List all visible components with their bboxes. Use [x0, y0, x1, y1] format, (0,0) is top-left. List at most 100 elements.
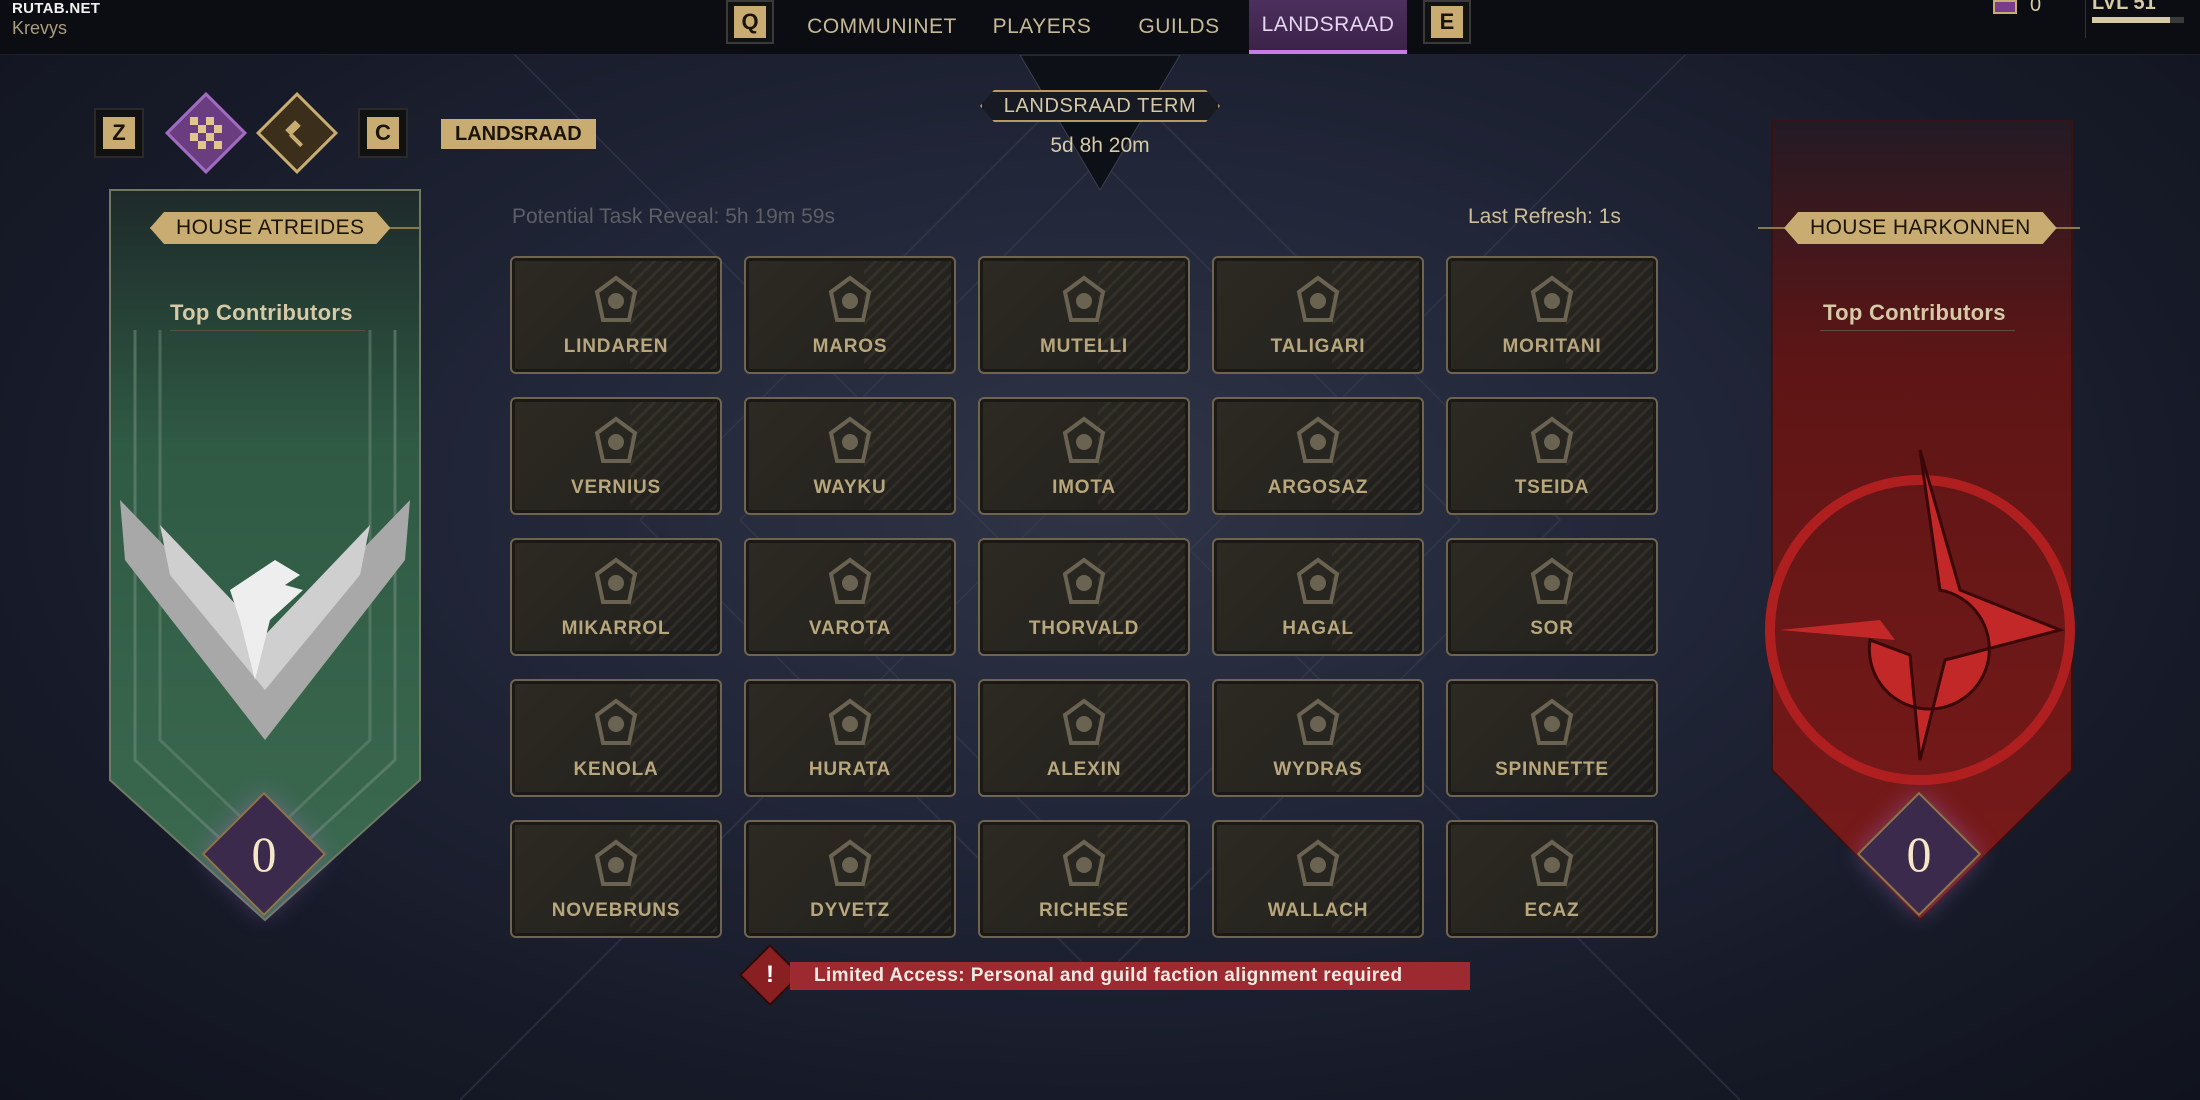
landsraad-term-label: LANDSRAAD TERM [980, 90, 1220, 122]
wydras-icon [1296, 698, 1340, 745]
house-tile-label: ALEXIN [1046, 759, 1122, 780]
house-tile-imota[interactable]: IMOTA [978, 397, 1190, 515]
house-tile-wayku[interactable]: WAYKU [744, 397, 956, 515]
atreides-top-contributors: Top Contributors [170, 300, 353, 325]
house-tile-label: WYDRAS [1273, 759, 1363, 780]
house-tile-thorvald[interactable]: THORVALD [978, 538, 1190, 656]
varota-icon [828, 557, 872, 604]
ecaz-icon [1530, 839, 1574, 886]
hurata-icon [828, 698, 872, 745]
imota-icon [1062, 416, 1106, 463]
house-tile-label: SOR [1530, 618, 1574, 639]
house-tile-mikarrol[interactable]: MIKARROL [510, 538, 722, 656]
prev-subtab-key[interactable]: Z [94, 108, 144, 158]
tab-players[interactable]: PLAYERS [980, 0, 1104, 54]
house-tile-label: WALLACH [1267, 900, 1369, 921]
house-tile-label: MORITANI [1502, 336, 1602, 357]
house-tile-label: IMOTA [1052, 477, 1116, 498]
currency-icon [1993, 0, 2017, 14]
house-tile-label: VAROTA [808, 618, 892, 639]
house-tile-hurata[interactable]: HURATA [744, 679, 956, 797]
vernius-icon [594, 416, 638, 463]
key-q-label: Q [734, 6, 766, 38]
house-tile-argosaz[interactable]: ARGOSAZ [1212, 397, 1424, 515]
house-tile-wydras[interactable]: WYDRAS [1212, 679, 1424, 797]
house-tile-label: HURATA [808, 759, 892, 780]
house-tile-dyvetz[interactable]: DYVETZ [744, 820, 956, 938]
tab-guilds[interactable]: GUILDS [1120, 0, 1238, 54]
last-refresh: Last Refresh: 1s [1468, 205, 1621, 228]
house-tile-wallach[interactable]: WALLACH [1212, 820, 1424, 938]
house-tile-taligari[interactable]: TALIGARI [1212, 256, 1424, 374]
key-z-label: Z [103, 117, 135, 149]
harkonnen-top-contributors: Top Contributors [1823, 300, 2006, 325]
house-tile-lindaren[interactable]: LINDAREN [510, 256, 722, 374]
house-tile-tseida[interactable]: TSEIDA [1446, 397, 1658, 515]
house-tile-alexin[interactable]: ALEXIN [978, 679, 1190, 797]
house-tile-novebruns[interactable]: NOVEBRUNS [510, 820, 722, 938]
key-c-label: C [367, 117, 399, 149]
house-tile-vernius[interactable]: VERNIUS [510, 397, 722, 515]
house-tile-label: RICHESE [1038, 900, 1130, 921]
house-tile-label: MIKARROL [561, 618, 671, 639]
harkonnen-contributors-rule [1820, 330, 2015, 331]
house-tile-richese[interactable]: RICHESE [978, 820, 1190, 938]
tab-landsraad[interactable]: LANDSRAAD [1249, 0, 1407, 54]
house-tile-label: TSEIDA [1514, 477, 1590, 498]
novebruns-icon [594, 839, 638, 886]
house-tile-maros[interactable]: MAROS [744, 256, 956, 374]
currency-count: 0 [2030, 0, 2042, 16]
term-remaining-time: 5d 8h 20m [1050, 134, 1150, 157]
house-tile-kenola[interactable]: KENOLA [510, 679, 722, 797]
house-tile-sor[interactable]: SOR [1446, 538, 1658, 656]
tab-communinet[interactable]: COMMUNINET [794, 0, 970, 54]
limited-access-warning: Limited Access: Personal and guild facti… [790, 962, 1470, 990]
house-tile-label: KENOLA [573, 759, 659, 780]
house-tile-label: DYVETZ [810, 900, 890, 921]
house-harkonnen-title: HOUSE HARKONNEN [1784, 212, 2057, 244]
house-tile-label: ARGOSAZ [1267, 477, 1369, 498]
house-tile-spinnette[interactable]: SPINNETTE [1446, 679, 1658, 797]
richese-icon [1062, 839, 1106, 886]
house-tile-label: TALIGARI [1270, 336, 1366, 357]
house-tile-mutelli[interactable]: MUTELLI [978, 256, 1190, 374]
prev-tab-key[interactable]: Q [726, 0, 774, 44]
mikarrol-icon [594, 557, 638, 604]
subtab-gavel-diamond[interactable] [255, 91, 339, 175]
house-tile-hagal[interactable]: HAGAL [1212, 538, 1424, 656]
taligari-icon [1296, 275, 1340, 322]
term-emblem [1019, 55, 1181, 190]
house-tile-label: NOVEBRUNS [551, 900, 681, 921]
house-tile-label: SPINNETTE [1495, 759, 1609, 780]
level-text: LVL 51 [2092, 0, 2156, 14]
level-progress-fill [2092, 17, 2171, 23]
moritani-icon [1530, 275, 1574, 322]
house-tile-ecaz[interactable]: ECAZ [1446, 820, 1658, 938]
next-tab-key[interactable]: E [1423, 0, 1471, 44]
next-subtab-key[interactable]: C [358, 108, 408, 158]
wallach-icon [1296, 839, 1340, 886]
key-e-label: E [1431, 6, 1463, 38]
atreides-contributors-rule [170, 330, 365, 331]
spinnette-icon [1530, 698, 1574, 745]
tseida-icon [1530, 416, 1574, 463]
house-tile-varota[interactable]: VAROTA [744, 538, 956, 656]
alexin-icon [1062, 698, 1106, 745]
task-reveal-timer: Potential Task Reveal: 5h 19m 59s [512, 205, 835, 228]
thorvald-icon [1062, 557, 1106, 604]
house-tile-label: LINDAREN [563, 336, 669, 357]
checker-icon [190, 117, 222, 149]
level-progress-bar [2092, 17, 2184, 23]
house-tile-label: WAYKU [813, 477, 887, 498]
house-tile-label: ECAZ [1524, 900, 1580, 921]
house-tile-moritani[interactable]: MORITANI [1446, 256, 1658, 374]
brand-watermark: RUTAB.NET [12, 0, 101, 17]
dyvetz-icon [828, 839, 872, 886]
house-tile-label: VERNIUS [570, 477, 662, 498]
hagal-icon [1296, 557, 1340, 604]
house-tile-label: THORVALD [1028, 618, 1140, 639]
mutelli-icon [1062, 275, 1106, 322]
subtab-landsraad-diamond[interactable] [164, 91, 248, 175]
lindaren-icon [594, 275, 638, 322]
house-tile-label: HAGAL [1282, 618, 1354, 639]
